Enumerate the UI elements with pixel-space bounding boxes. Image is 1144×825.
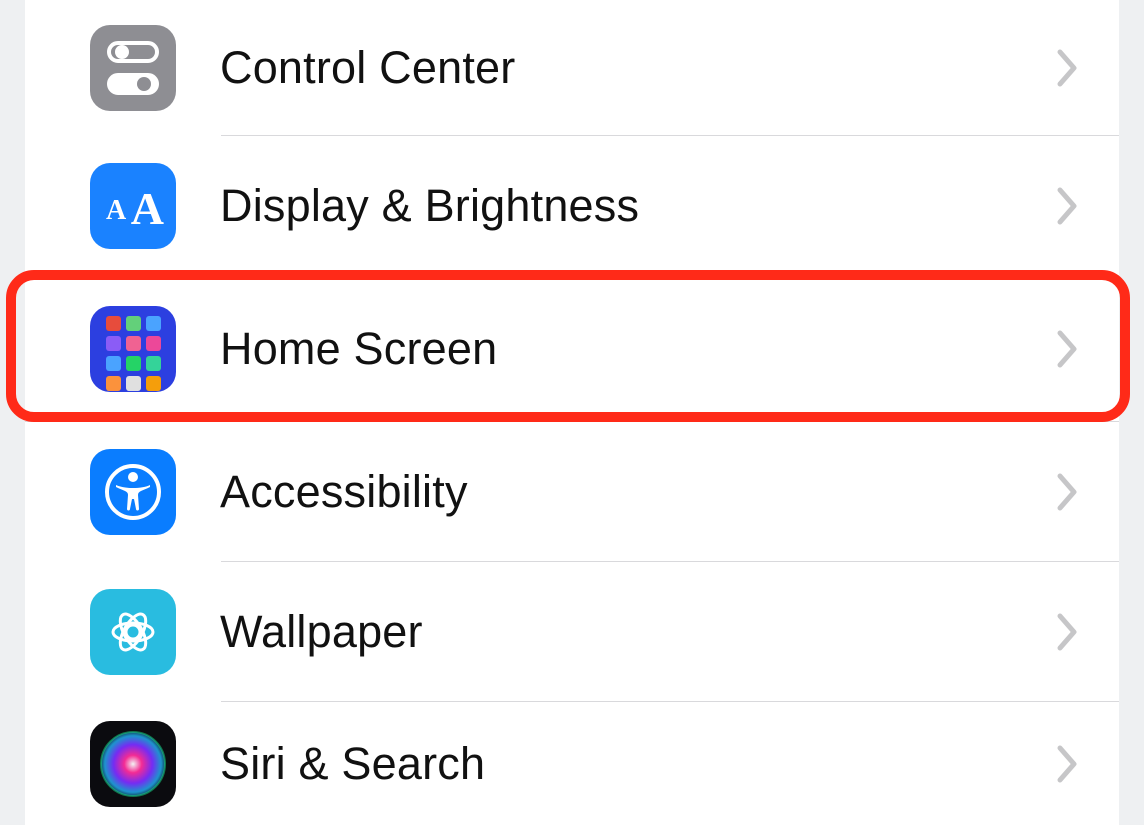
settings-panel: Control Center AA Display & Brightness H… xyxy=(25,0,1119,825)
home-screen-icon xyxy=(90,306,176,392)
settings-row-home-screen[interactable]: Home Screen xyxy=(25,276,1119,422)
settings-row-display-brightness[interactable]: AA Display & Brightness xyxy=(25,136,1119,276)
chevron-right-icon xyxy=(1057,745,1079,783)
chevron-right-icon xyxy=(1057,473,1079,511)
chevron-right-icon xyxy=(1057,330,1079,368)
accessibility-icon xyxy=(90,449,176,535)
control-center-icon xyxy=(90,25,176,111)
chevron-right-icon xyxy=(1057,187,1079,225)
settings-row-wallpaper[interactable]: Wallpaper xyxy=(25,562,1119,702)
wallpaper-icon xyxy=(90,589,176,675)
display-brightness-icon: AA xyxy=(90,163,176,249)
settings-row-label: Display & Brightness xyxy=(220,180,1057,232)
settings-row-label: Home Screen xyxy=(220,323,1057,375)
settings-row-siri-search[interactable]: Siri & Search xyxy=(25,702,1119,825)
settings-row-label: Accessibility xyxy=(220,466,1057,518)
settings-row-label: Control Center xyxy=(220,42,1057,94)
settings-row-accessibility[interactable]: Accessibility xyxy=(25,422,1119,562)
chevron-right-icon xyxy=(1057,49,1079,87)
siri-icon xyxy=(90,721,176,807)
settings-row-label: Wallpaper xyxy=(220,606,1057,658)
settings-row-label: Siri & Search xyxy=(220,738,1057,790)
settings-row-control-center[interactable]: Control Center xyxy=(25,0,1119,136)
chevron-right-icon xyxy=(1057,613,1079,651)
